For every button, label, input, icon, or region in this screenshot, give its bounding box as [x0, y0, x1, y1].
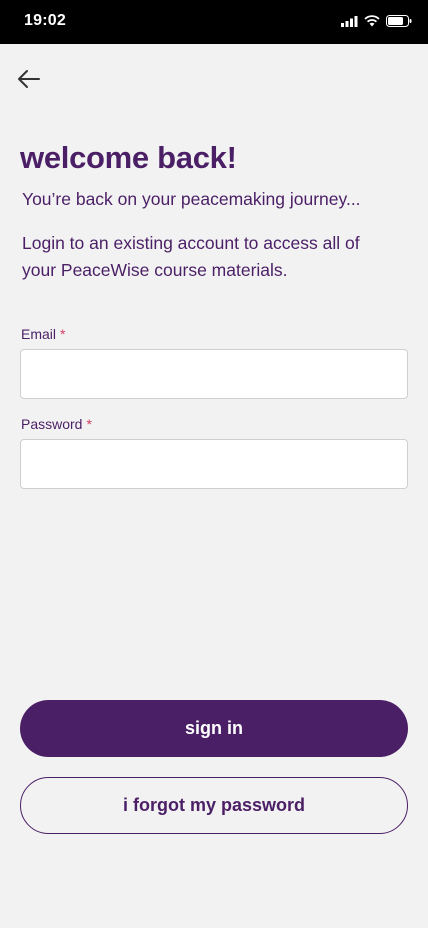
forgot-password-button-label: i forgot my password [122, 795, 306, 815]
password-label-text: Password [21, 416, 83, 432]
email-label: Email * [21, 326, 65, 342]
status-bar: 19:02 [0, 0, 428, 44]
back-button[interactable] [14, 66, 44, 96]
status-icons [341, 14, 412, 32]
signal-icon [341, 14, 358, 32]
password-field[interactable] [20, 439, 408, 489]
arrow-left-icon [17, 69, 41, 94]
password-label: Password * [21, 416, 92, 432]
email-label-text: Email [21, 326, 57, 342]
page-description: Login to an existing account to access a… [22, 233, 360, 280]
wifi-icon [364, 14, 380, 32]
sign-in-button[interactable]: sign in [20, 700, 408, 757]
password-required-mark: * [86, 416, 92, 432]
sign-in-button-label: sign in [185, 718, 243, 738]
email-field[interactable] [20, 349, 408, 399]
page-title: welcome back! [20, 140, 237, 175]
email-required-mark: * [60, 326, 66, 342]
status-time: 19:02 [24, 12, 66, 29]
forgot-password-button[interactable]: i forgot my password [20, 777, 408, 834]
page-subtitle: You’re back on your peacemaking journey.… [22, 189, 361, 209]
battery-icon [386, 14, 412, 32]
